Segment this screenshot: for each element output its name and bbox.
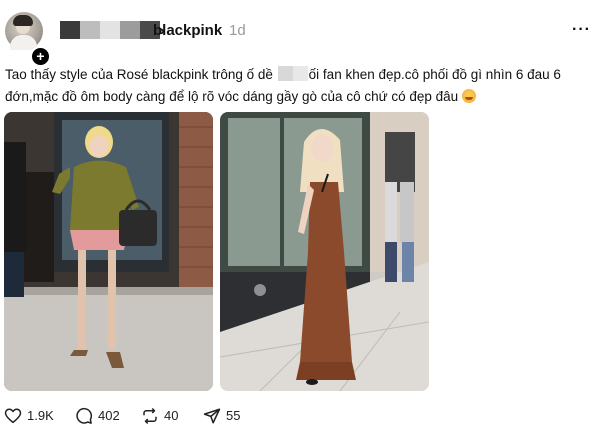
comment-button[interactable]: 402 <box>75 406 120 426</box>
redacted-word <box>277 66 308 81</box>
comment-bubble-icon <box>76 407 93 424</box>
send-icon <box>203 408 221 424</box>
avatar-hair <box>13 15 33 26</box>
post-caption: Tao thấy style của Rosé blackpink trông … <box>5 64 605 108</box>
thread-post: + › blackpink 1d ··· Tao thấy style của … <box>0 0 616 435</box>
post-photo-1[interactable] <box>4 112 213 391</box>
username-link[interactable]: blackpink <box>153 22 222 40</box>
repost-count: 40 <box>164 408 179 423</box>
share-count: 55 <box>226 408 241 423</box>
redacted-author-name <box>60 21 160 39</box>
ellipsis-icon[interactable]: ··· <box>572 22 591 38</box>
post-timestamp[interactable]: 1d <box>229 22 246 40</box>
comment-count: 402 <box>98 408 120 423</box>
repost-icon <box>143 407 157 425</box>
grinning-sweat-emoji-icon <box>461 89 476 103</box>
repost-button[interactable]: 40 <box>141 406 178 426</box>
avatar[interactable]: + <box>5 12 51 67</box>
post-photo-2[interactable] <box>220 112 429 391</box>
caption-text-1: Tao thấy style của Rosé blackpink trông … <box>5 67 273 82</box>
like-button[interactable]: 1.9K <box>4 406 54 426</box>
like-count: 1.9K <box>27 408 54 423</box>
heart-icon <box>4 408 22 424</box>
share-button[interactable]: 55 <box>203 406 240 426</box>
